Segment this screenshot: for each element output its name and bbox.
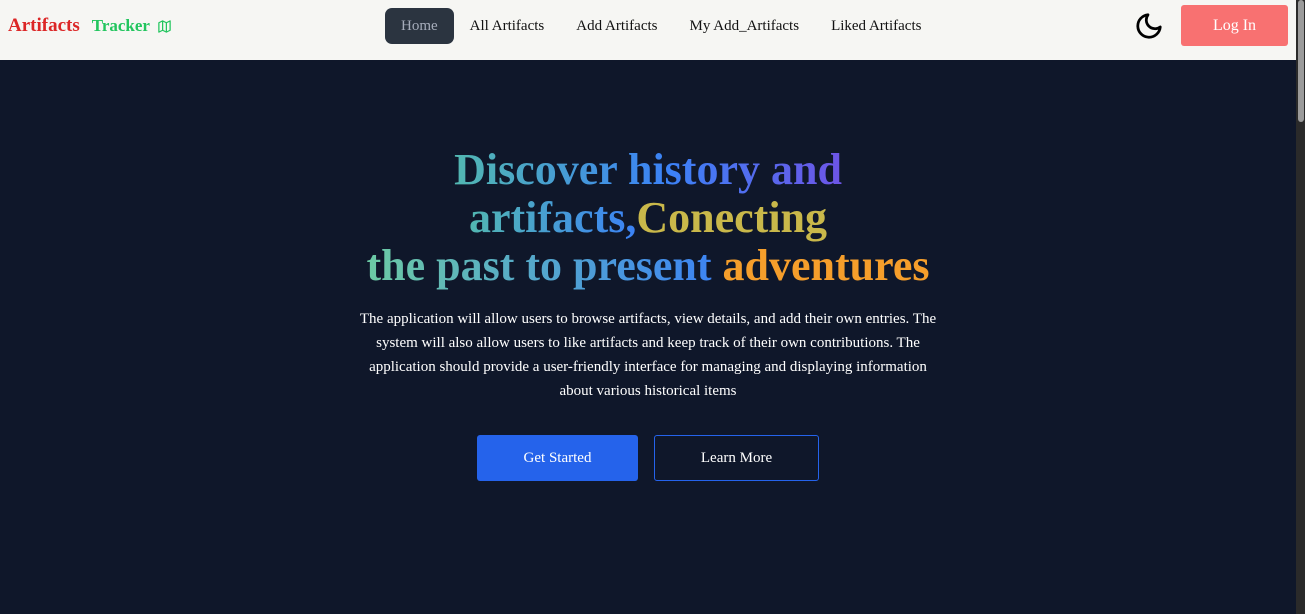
hero-title-line3-part2: adventures bbox=[722, 241, 930, 290]
hero-title: Discover history and artifacts,Conecting… bbox=[290, 146, 1006, 290]
brand-name: Artifacts bbox=[8, 15, 80, 36]
nav-liked-artifacts[interactable]: Liked Artifacts bbox=[815, 8, 937, 44]
moon-icon[interactable] bbox=[1133, 10, 1165, 42]
nav-home[interactable]: Home bbox=[385, 8, 454, 44]
nav-all-artifacts[interactable]: All Artifacts bbox=[454, 8, 561, 44]
get-started-button[interactable]: Get Started bbox=[477, 435, 638, 481]
brand-logo[interactable]: Artifacts Tracker bbox=[8, 15, 172, 37]
hero-title-line3-part1: the past to present bbox=[366, 241, 723, 290]
hero-description: The application will allow users to brow… bbox=[359, 311, 937, 399]
navbar: Artifacts Tracker Home All Artifacts Add… bbox=[0, 0, 1296, 60]
scrollbar-thumb[interactable] bbox=[1298, 0, 1304, 122]
nav-menu: Home All Artifacts Add Artifacts My Add_… bbox=[385, 8, 937, 44]
map-icon bbox=[157, 19, 172, 34]
hero-title-line2-part2: Conecting bbox=[636, 193, 828, 242]
hero-title-line1: Discover history and bbox=[454, 145, 842, 194]
hero-title-line2-part1: artifacts, bbox=[468, 193, 637, 242]
nav-add-artifacts[interactable]: Add Artifacts bbox=[560, 8, 673, 44]
learn-more-button[interactable]: Learn More bbox=[654, 435, 819, 481]
nav-my-add-artifacts[interactable]: My Add_Artifacts bbox=[673, 8, 815, 44]
brand-subtitle: Tracker bbox=[91, 16, 150, 35]
login-button[interactable]: Log In bbox=[1181, 5, 1288, 46]
